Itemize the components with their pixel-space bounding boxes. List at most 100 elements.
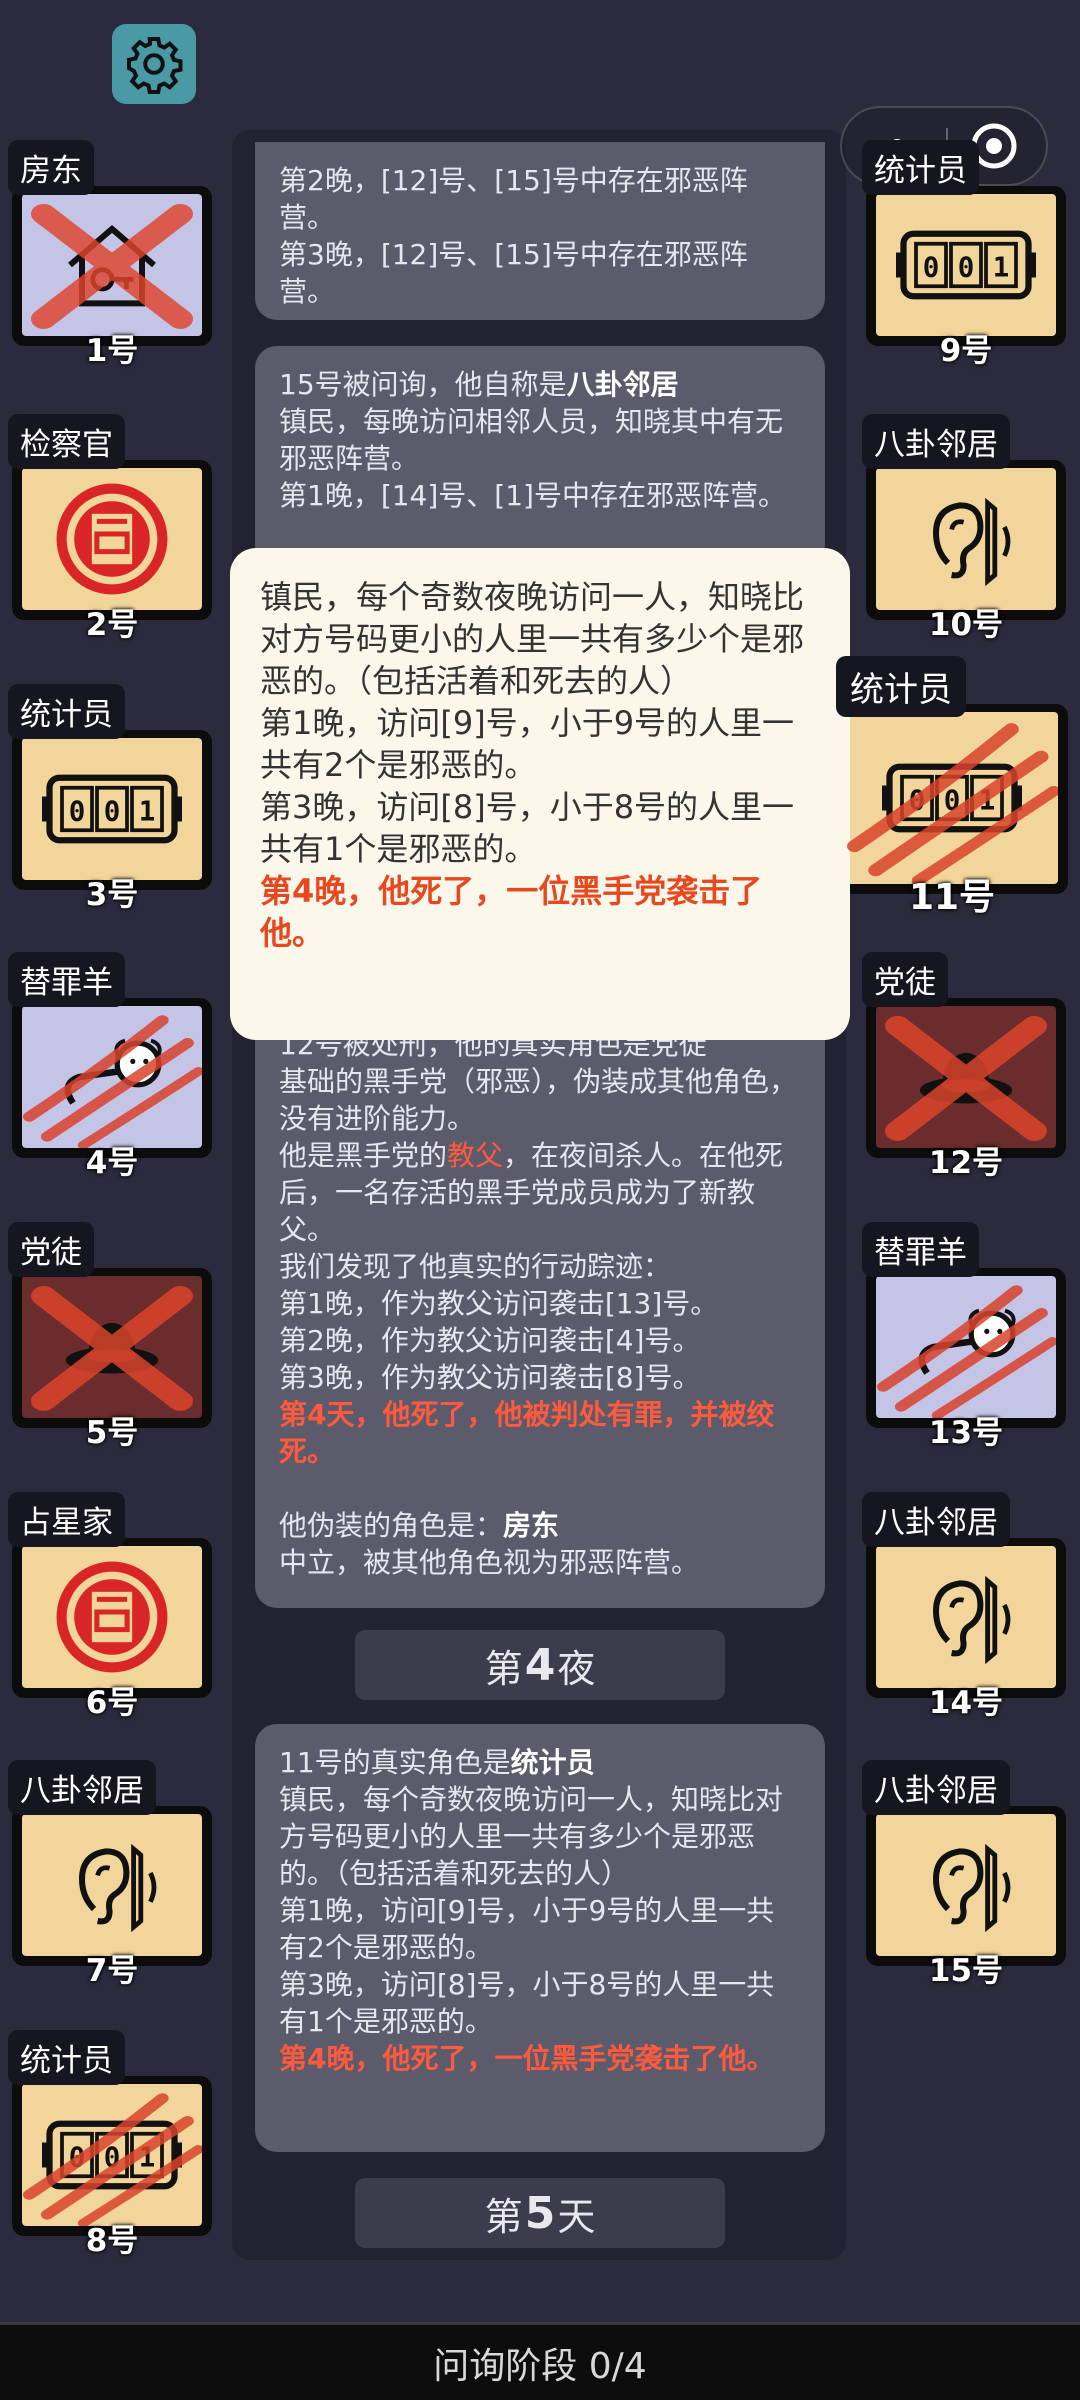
player-number: 10号 bbox=[928, 607, 1004, 643]
log-bubble-claim-15: 15号被问询，他自称是八卦邻居 镇民，每晚访问相邻人员，知晓其中有无邪恶阵营。 … bbox=[255, 346, 825, 566]
log-line: 第1晚，访问[9]号，小于9号的人里一共有2个是邪恶的。 bbox=[279, 1894, 775, 1964]
player-number: 14号 bbox=[928, 1685, 1004, 1721]
player-card[interactable]: 检察官 2号 bbox=[8, 414, 214, 643]
player-card[interactable]: 统计员 0 0 1 8号 bbox=[8, 2030, 214, 2259]
player-card[interactable]: 八卦邻居 14号 bbox=[862, 1492, 1068, 1721]
player-card[interactable]: 八卦邻居 10号 bbox=[862, 414, 1068, 643]
tooltip-line: 第3晚，访问[8]号，小于8号的人里一共有1个是邪恶的。 bbox=[260, 788, 795, 868]
player-card[interactable]: 党徒 12号 bbox=[862, 952, 1068, 1181]
player-tile: 14号 bbox=[866, 1538, 1066, 1721]
role-name-label: 八卦邻居 bbox=[862, 414, 1010, 469]
player-number: 7号 bbox=[85, 1953, 139, 1989]
player-tile: 2号 bbox=[12, 460, 212, 643]
role-image bbox=[22, 1546, 202, 1688]
log-line: 11号的真实角色是统计员 bbox=[279, 1746, 595, 1779]
player-card[interactable]: 替罪羊 4号 bbox=[8, 952, 214, 1181]
role-name-label: 八卦邻居 bbox=[862, 1492, 1010, 1547]
role-name-label: 统计员 bbox=[862, 140, 979, 195]
svg-text:1: 1 bbox=[139, 795, 156, 827]
player-tile: 6号 bbox=[12, 1538, 212, 1721]
role-name-label: 替罪羊 bbox=[8, 952, 125, 1007]
godfather-label: 教父 bbox=[447, 1139, 504, 1172]
player-tile: 7号 bbox=[12, 1806, 212, 1989]
role-image: 001 bbox=[22, 2084, 202, 2226]
death-line: 第4晚，他死了，一位黑手党袭击了他。 bbox=[279, 2042, 775, 2075]
ear-icon bbox=[906, 1557, 1026, 1677]
log-bubble-reveal-11: 11号的真实角色是统计员 镇民，每个奇数夜晚访问一人，知晓比对方号码更小的人里一… bbox=[255, 1724, 825, 2152]
log-line: 他是黑手党的教父，在夜间杀人。在他死后，一名存活的黑手党成员成为了新教父。 bbox=[279, 1139, 784, 1246]
phase-label: 问询阶段 0/4 bbox=[433, 2345, 647, 2387]
role-name-label: 统计员 bbox=[8, 684, 125, 739]
role-image bbox=[22, 1814, 202, 1956]
player-tile: 0 0 1 11号 bbox=[836, 704, 1068, 918]
counter-icon: 001 bbox=[891, 221, 1041, 309]
ear-icon bbox=[52, 1825, 172, 1945]
log-line: 第2晚，[12]号、[15]号中存在邪恶阵营。 bbox=[279, 164, 748, 234]
player-tile: 10号 bbox=[866, 460, 1066, 643]
player-tile: 1号 bbox=[12, 186, 212, 369]
phase-status-bar: 问询阶段 0/4 bbox=[0, 2322, 1080, 2400]
player-tile: 0 0 1 3号 bbox=[12, 730, 212, 913]
stamp-icon bbox=[49, 476, 175, 602]
claimed-role: 八卦邻居 bbox=[566, 368, 679, 401]
player-tile: 0 0 1 9号 bbox=[866, 186, 1066, 369]
role-description: 中立，被其他角色视为邪恶阵营。 bbox=[279, 1546, 700, 1579]
tooltip-death-line: 第4晚，他死了，一位黑手党袭击了他。 bbox=[260, 872, 763, 952]
log-line: 第2晚，作为教父访问袭击[4]号。 bbox=[279, 1324, 701, 1357]
player-card[interactable]: 统计员 0 0 1 3号 bbox=[8, 684, 214, 913]
log-line: 第1晚，[14]号、[1]号中存在邪恶阵营。 bbox=[279, 479, 786, 512]
role-image bbox=[876, 1276, 1056, 1418]
log-line: 第3晚，访问[8]号，小于8号的人里一共有1个是邪恶的。 bbox=[279, 1968, 775, 2038]
role-image bbox=[876, 1546, 1056, 1688]
player-number: 3号 bbox=[85, 877, 139, 913]
log-line: 第3晚，[12]号、[15]号中存在邪恶阵营。 bbox=[279, 238, 748, 308]
night-divider: 第4夜 bbox=[355, 1630, 725, 1700]
role-name-label: 统计员 bbox=[836, 656, 966, 717]
role-image: 001 bbox=[876, 194, 1056, 336]
role-description: 镇民，每晚访问相邻人员，知晓其中有无邪恶阵营。 bbox=[279, 405, 784, 475]
player-card[interactable]: 房东 1号 bbox=[8, 140, 214, 369]
tooltip-line: 第1晚，访问[9]号，小于9号的人里一共有2个是邪恶的。 bbox=[260, 704, 795, 784]
player-card[interactable]: 八卦邻居 7号 bbox=[8, 1760, 214, 1989]
role-name-label: 党徒 bbox=[8, 1222, 94, 1277]
player-number: 12号 bbox=[928, 1145, 1004, 1181]
player-tile: 15号 bbox=[866, 1806, 1066, 1989]
role-image bbox=[22, 468, 202, 610]
log-line: 15号被问询，他自称是八卦邻居 bbox=[279, 368, 679, 401]
log-bubble-execution-12: 12号被处刑，他的真实角色是党徒 基础的黑手党（邪恶），伪装成其他角色，没有进阶… bbox=[255, 1000, 825, 1608]
disguise-role: 房东 bbox=[503, 1509, 560, 1542]
tooltip-description: 镇民，每个奇数夜晚访问一人，知晓比对方号码更小的人里一共有多少个是邪恶的。（包括… bbox=[260, 578, 805, 700]
player-tile: 12号 bbox=[866, 998, 1066, 1181]
ear-icon bbox=[906, 1825, 1026, 1945]
death-line: 第4天，他死了，他被判处有罪，并被绞死。 bbox=[279, 1398, 775, 1468]
player-number: 5号 bbox=[85, 1415, 139, 1451]
player-tile: 0 0 1 8号 bbox=[12, 2076, 212, 2259]
player-number: 8号 bbox=[85, 2223, 139, 2259]
log-bubble-gossip-result: 第2晚，[12]号、[15]号中存在邪恶阵营。 第3晚，[12]号、[15]号中… bbox=[255, 142, 825, 320]
ear-icon bbox=[906, 479, 1026, 599]
svg-text:1: 1 bbox=[993, 251, 1010, 283]
counter-icon: 001 bbox=[37, 765, 187, 853]
role-image bbox=[22, 194, 202, 336]
player-card[interactable]: 替罪羊 13号 bbox=[862, 1222, 1068, 1451]
log-line: 他伪装的角色是：房东 bbox=[279, 1509, 560, 1542]
stamp-icon bbox=[49, 1554, 175, 1680]
log-line: 我们发现了他真实的行动踪迹： bbox=[279, 1250, 672, 1283]
player-card[interactable]: 党徒 5号 bbox=[8, 1222, 214, 1451]
role-name-label: 替罪羊 bbox=[862, 1222, 979, 1277]
role-name-label: 党徒 bbox=[862, 952, 948, 1007]
player-card[interactable]: 占星家 6号 bbox=[8, 1492, 214, 1721]
settings-button[interactable] bbox=[112, 24, 196, 104]
player-number: 1号 bbox=[85, 333, 139, 369]
player-number: 2号 bbox=[85, 607, 139, 643]
role-image bbox=[22, 1276, 202, 1418]
role-name-label: 八卦邻居 bbox=[862, 1760, 1010, 1815]
role-name-label: 房东 bbox=[8, 140, 94, 195]
svg-text:0: 0 bbox=[69, 795, 86, 827]
role-image bbox=[22, 1006, 202, 1148]
player-card[interactable]: 八卦邻居 15号 bbox=[862, 1760, 1068, 1989]
true-role: 统计员 bbox=[510, 1746, 595, 1779]
role-image bbox=[876, 1814, 1056, 1956]
role-image: 001 bbox=[846, 712, 1058, 884]
player-card[interactable]: 统计员 0 0 1 11号 bbox=[836, 656, 1068, 918]
